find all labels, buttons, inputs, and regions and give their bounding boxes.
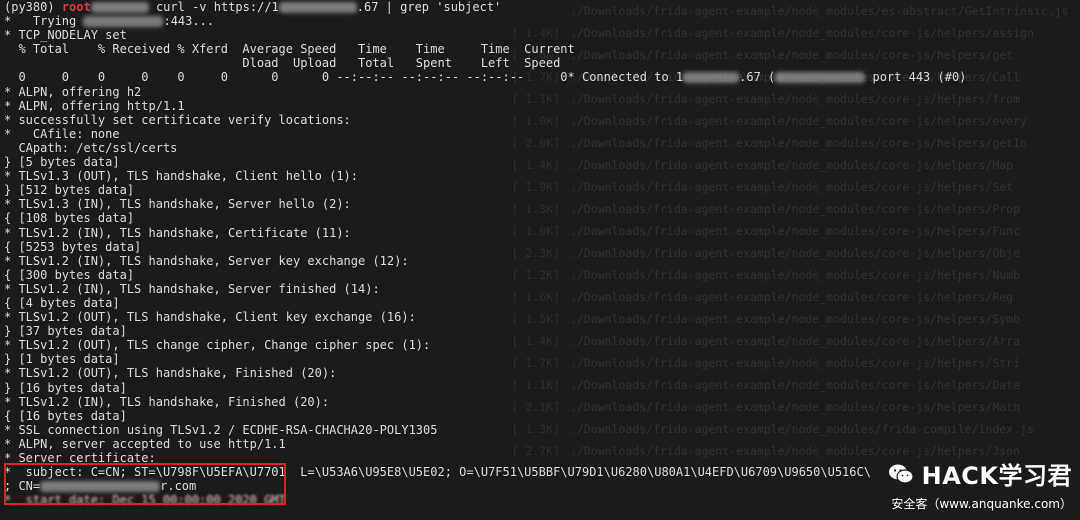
output-line: { [108 bytes data] (4, 211, 135, 226)
output-line: * TLSv1.3 (OUT), TLS handshake, Client h… (4, 169, 359, 184)
wechat-icon (888, 463, 914, 485)
highlight-box (4, 463, 286, 505)
redacted-ip (775, 72, 866, 84)
output-line: % Total % Received % Xferd Average Speed… (4, 42, 575, 57)
terminal-output[interactable]: (py380) root curl -v https://1 .67 | grep… (4, 0, 1080, 520)
watermark-title: HACK学习君 (921, 462, 1072, 490)
output-line: 0 0 0 0 0 0 0 0 --:--:-- --:--:-- --:--:… (4, 70, 967, 85)
output-line: * CAfile: none (4, 126, 120, 141)
output-line: * TLSv1.2 (IN), TLS handshake, Certifica… (4, 225, 351, 240)
output-line: * ALPN, offering http/1.1 (4, 98, 185, 113)
output-line: * TLSv1.2 (IN), TLS handshake, Server ke… (4, 253, 409, 268)
output-line: * successfully set certificate verify lo… (4, 112, 351, 127)
output-line: { [4 bytes data] (4, 295, 120, 310)
output-line: * Trying :443... (4, 14, 215, 29)
output-line: { [5253 bytes data] (4, 239, 142, 254)
redacted-ip (683, 72, 740, 84)
watermark-subtitle: 安全客（www.anquanke.com） (891, 497, 1072, 511)
output-line: * TLSv1.2 (IN), TLS handshake, Finished … (4, 394, 330, 409)
output-line: Dload Upload Total Spent Left Speed (4, 56, 561, 71)
output-line: * TLSv1.2 (OUT), TLS change cipher, Chan… (4, 338, 431, 353)
output-line: } [1 bytes data] (4, 352, 120, 367)
output-line: * SSL connection using TLSv1.2 / ECDHE-R… (4, 422, 438, 437)
output-line: * TCP_NODELAY set (4, 28, 127, 43)
redacted-ip (278, 2, 357, 13)
redacted-ip (83, 16, 164, 28)
output-line: * TLSv1.2 (OUT), TLS handshake, Finished… (4, 366, 337, 381)
watermark: HACK学习君 安全客（www.anquanke.com） (888, 456, 1072, 512)
output-line: * ALPN, offering h2 (4, 84, 142, 99)
output-line: CApath: /etc/ssl/certs (4, 140, 178, 155)
command-text: curl -v https://1 (155, 0, 279, 14)
output-line: { [16 bytes data] (4, 408, 127, 423)
prompt-line: (py380) root curl -v https://1 .67 | grep… (4, 0, 1080, 14)
command-tail: .67 | grep 'subject' (356, 0, 502, 14)
output-line: } [16 bytes data] (4, 380, 127, 395)
prompt-env: (py380) (4, 0, 55, 14)
output-line: * TLSv1.3 (IN), TLS handshake, Server he… (4, 197, 351, 212)
prompt-user: root (61, 0, 91, 14)
output-line: * TLSv1.2 (OUT), TLS handshake, Client k… (4, 310, 416, 325)
output-line: } [512 bytes data] (4, 183, 135, 198)
output-line: * TLSv1.2 (IN), TLS handshake, Server fi… (4, 281, 380, 296)
output-line: } [5 bytes data] (4, 155, 120, 170)
output-line: } [37 bytes data] (4, 324, 127, 339)
output-line: { [300 bytes data] (4, 267, 135, 282)
output-line: * ALPN, server accepted to use http/1.1 (4, 436, 286, 451)
redacted-host (90, 2, 149, 13)
